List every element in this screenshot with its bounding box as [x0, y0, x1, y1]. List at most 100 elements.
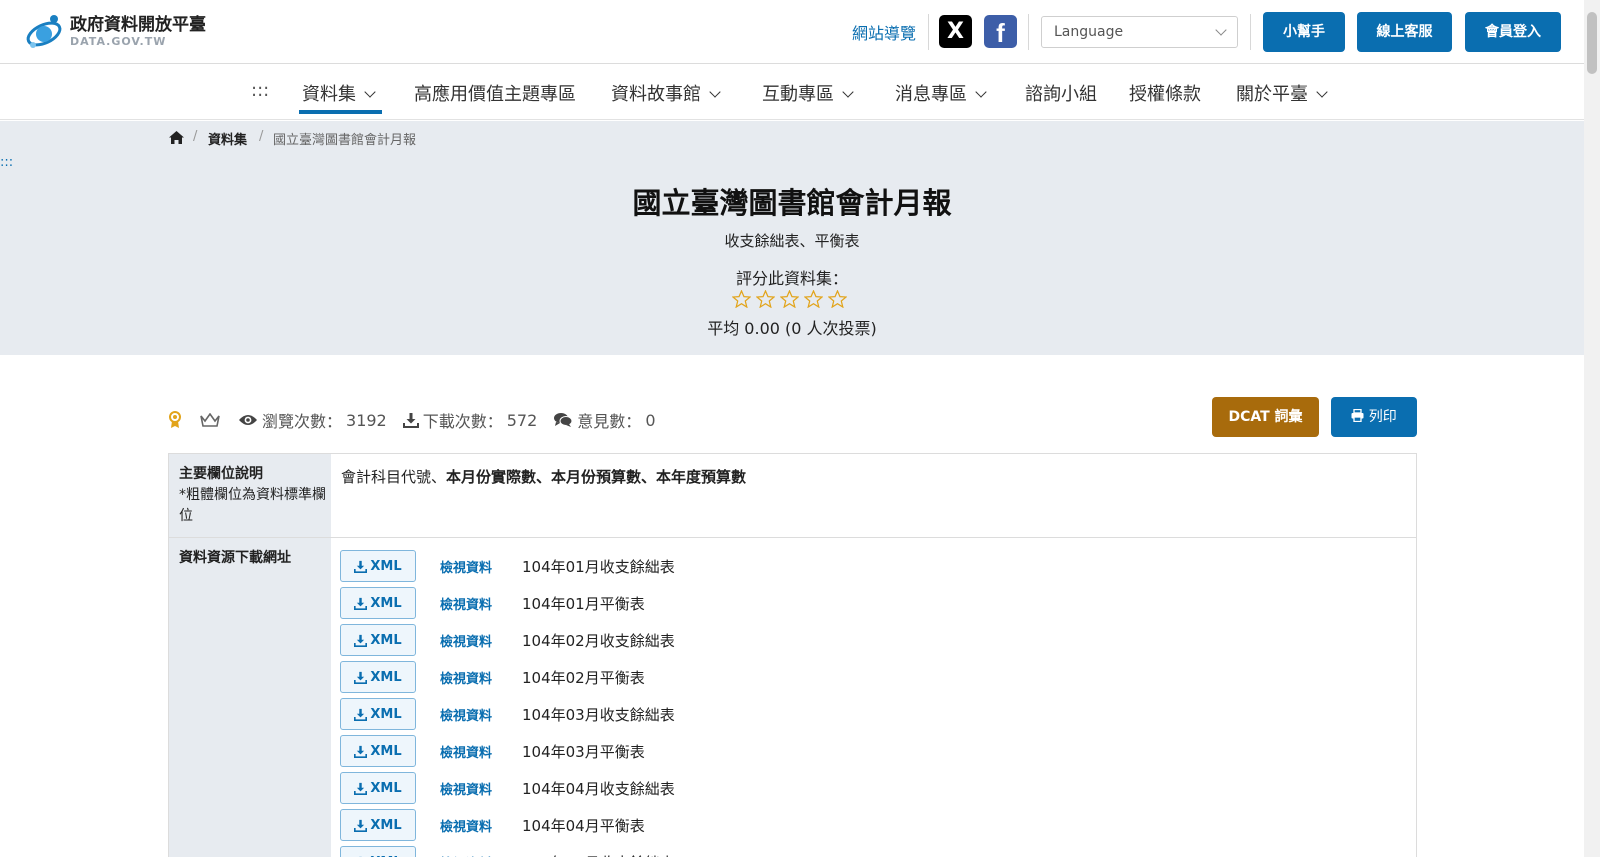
- divider: [1250, 14, 1251, 50]
- nav-label: 資料故事館: [611, 84, 701, 105]
- view-data-link[interactable]: 檢視資料: [440, 742, 522, 761]
- language-placeholder: Language: [1054, 24, 1124, 40]
- resource-row: XML 檢視資料 104年04月平衡表: [340, 809, 645, 841]
- view-data-link[interactable]: 檢視資料: [440, 853, 522, 857]
- resource-row: XML 檢視資料 104年03月平衡表: [340, 735, 645, 767]
- rating-label: 評分此資料集：: [735, 269, 848, 288]
- logo-icon: [24, 12, 64, 50]
- resource-name: 104年05月收支餘絀表: [522, 852, 675, 857]
- resource-row: XML 檢視資料 104年02月平衡表: [340, 661, 645, 693]
- online-support-button[interactable]: 線上客服: [1357, 12, 1452, 52]
- logo-title: 政府資料開放平臺: [70, 15, 206, 35]
- star-icon[interactable]: [804, 290, 823, 308]
- dataset-subtitle: 收支餘絀表、平衡表: [724, 232, 860, 250]
- language-select[interactable]: Language: [1041, 16, 1238, 48]
- fields-plain: 會計科目代號、: [341, 468, 447, 486]
- nav-label: 消息專區: [895, 84, 967, 105]
- resource-row: XML 檢視資料 104年01月平衡表: [340, 587, 645, 619]
- comments-icon: [554, 413, 573, 427]
- xml-download-button[interactable]: XML: [340, 809, 416, 841]
- star-icon[interactable]: [756, 290, 775, 308]
- nav-label: 資料集: [302, 84, 356, 105]
- fields-standard: 本月份實際數、本月份預算數、本年度預算數: [446, 468, 747, 486]
- print-button[interactable]: 列印: [1331, 397, 1417, 437]
- sitemap-link[interactable]: 網站導覽: [852, 20, 916, 44]
- page-scrollbar[interactable]: [1584, 0, 1600, 857]
- download-icon: [354, 745, 368, 758]
- resource-row: XML 檢視資料 104年03月收支餘絀表: [340, 698, 675, 730]
- xml-download-button[interactable]: XML: [340, 735, 416, 767]
- scrollbar-thumb[interactable]: [1587, 12, 1597, 74]
- xml-download-button[interactable]: XML: [340, 698, 416, 730]
- nav-item-license[interactable]: 授權條款: [1129, 80, 1201, 106]
- breadcrumb-current: 國立臺灣圖書館會計月報: [273, 133, 417, 148]
- resource-name: 104年04月收支餘絀表: [522, 779, 675, 798]
- chevron-down-icon: [975, 86, 987, 98]
- nav-item-stories[interactable]: 資料故事館: [611, 80, 721, 106]
- nav-active-indicator: [299, 110, 382, 114]
- page-title: 國立臺灣圖書館會計月報: [632, 186, 952, 220]
- nav-item-news[interactable]: 消息專區: [895, 80, 987, 106]
- format-label: XML: [370, 669, 402, 685]
- site-logo[interactable]: 政府資料開放平臺 DATA.GOV.TW: [24, 12, 206, 50]
- rating-stars[interactable]: [732, 290, 847, 308]
- view-data-link[interactable]: 檢視資料: [440, 631, 522, 650]
- resource-row: XML 檢視資料 104年01月收支餘絀表: [340, 550, 675, 582]
- view-data-link[interactable]: 檢視資料: [440, 668, 522, 687]
- download-icon: [354, 819, 368, 832]
- view-data-link[interactable]: 檢視資料: [440, 557, 522, 576]
- view-data-link[interactable]: 檢視資料: [440, 594, 522, 613]
- comments-label: 意見數：: [577, 412, 642, 431]
- award-badge-icon: [169, 411, 181, 428]
- xml-download-button[interactable]: XML: [340, 624, 416, 656]
- nav-label: 諮詢小組: [1025, 84, 1097, 105]
- resource-row: XML 檢視資料 104年04月收支餘絀表: [340, 772, 675, 804]
- format-label: XML: [370, 632, 402, 648]
- download-icon: [354, 634, 368, 647]
- star-icon[interactable]: [780, 290, 799, 308]
- view-data-link[interactable]: 檢視資料: [440, 816, 522, 835]
- breadcrumb-datasets[interactable]: 資料集: [208, 129, 247, 148]
- xml-download-button[interactable]: XML: [340, 846, 416, 857]
- helper-button[interactable]: 小幫手: [1263, 12, 1345, 52]
- download-icon: [354, 597, 368, 610]
- xml-download-button[interactable]: XML: [340, 772, 416, 804]
- view-data-link[interactable]: 檢視資料: [440, 705, 522, 724]
- xml-download-button[interactable]: XML: [340, 550, 416, 582]
- chevron-down-icon: [364, 86, 376, 98]
- chevron-down-icon: [1316, 86, 1328, 98]
- resources-label: 資料資源下載網址: [179, 550, 291, 566]
- resource-name: 104年01月平衡表: [522, 594, 645, 613]
- nav-item-high-value[interactable]: 高應用價值主題專區: [414, 80, 576, 106]
- nav-item-datasets[interactable]: 資料集: [302, 80, 376, 106]
- crown-icon: [200, 413, 220, 427]
- xml-download-button[interactable]: XML: [340, 661, 416, 693]
- resource-row: XML 檢視資料104年05月收支餘絀表: [340, 846, 675, 857]
- content-accesskey[interactable]: :::: [0, 155, 13, 170]
- chevron-down-icon: [1215, 24, 1227, 36]
- x-twitter-icon[interactable]: X: [939, 15, 972, 48]
- resource-name: 104年03月收支餘絀表: [522, 705, 675, 724]
- home-icon[interactable]: [168, 130, 185, 145]
- downloads-count: 572: [506, 410, 538, 430]
- star-icon[interactable]: [732, 290, 751, 308]
- views-label: 瀏覽次數：: [262, 412, 343, 431]
- nav-item-advisory[interactable]: 諮詢小組: [1025, 80, 1097, 106]
- view-data-link[interactable]: 檢視資料: [440, 779, 522, 798]
- dcat-vocabulary-button[interactable]: DCAT 詞彙: [1212, 397, 1319, 437]
- row-divider: [169, 537, 1416, 538]
- views-count: 3192: [346, 410, 387, 430]
- nav-accesskey[interactable]: :::: [251, 80, 269, 101]
- nav-item-interactive[interactable]: 互動專區: [762, 80, 854, 106]
- divider: [1028, 14, 1029, 50]
- format-label: XML: [370, 780, 402, 796]
- star-icon[interactable]: [828, 290, 847, 308]
- xml-download-button[interactable]: XML: [340, 587, 416, 619]
- chevron-down-icon: [842, 86, 854, 98]
- member-login-button[interactable]: 會員登入: [1465, 12, 1561, 52]
- format-label: XML: [370, 558, 402, 574]
- printer-icon: [1351, 408, 1364, 423]
- nav-item-about[interactable]: 關於平臺: [1236, 80, 1328, 106]
- nav-label: 互動專區: [762, 84, 834, 105]
- facebook-icon[interactable]: f: [984, 15, 1017, 48]
